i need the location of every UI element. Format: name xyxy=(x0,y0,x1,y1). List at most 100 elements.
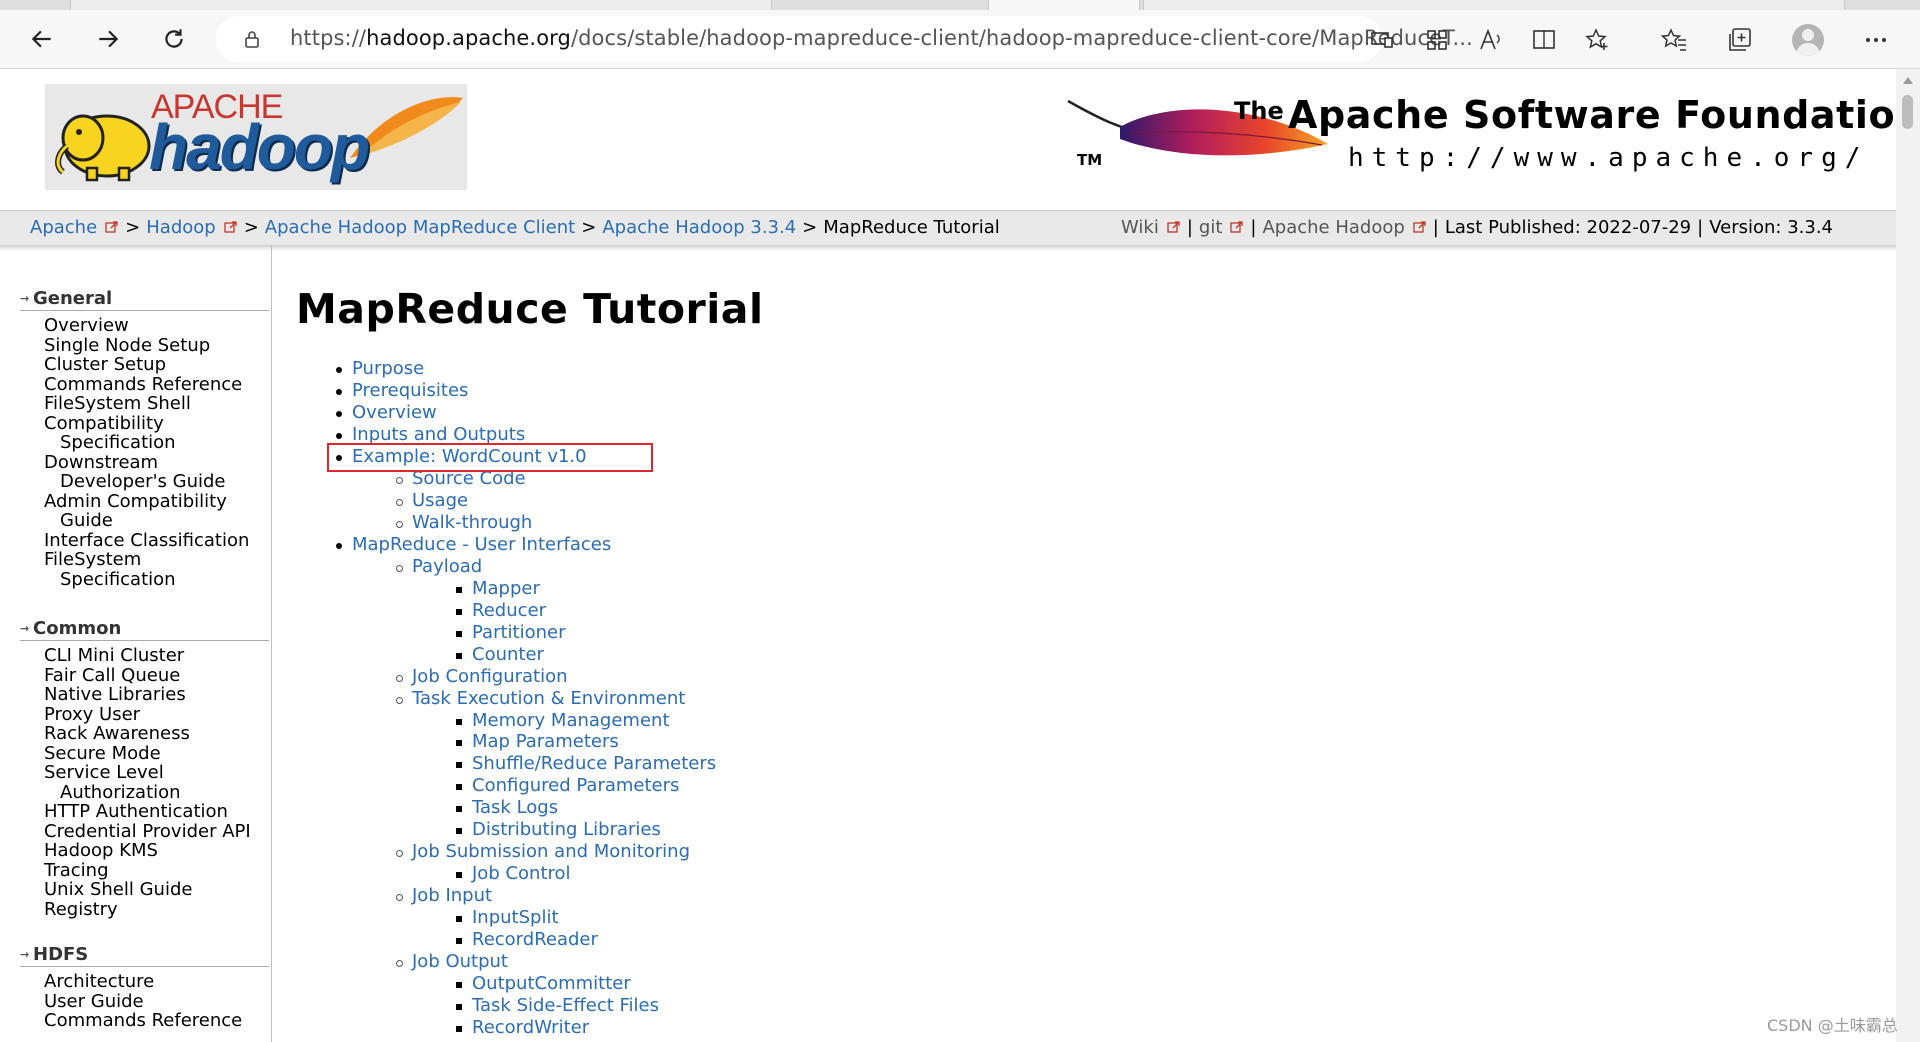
nav-item[interactable]: Specification xyxy=(20,433,269,453)
nav-item[interactable]: Admin Compatibility xyxy=(20,491,269,512)
toc-link[interactable]: Task Execution & Environment xyxy=(412,688,685,709)
toc-link[interactable]: Job Submission and Monitoring xyxy=(412,841,690,862)
nav-item[interactable]: Downstream xyxy=(20,452,269,473)
nav-item[interactable]: Rack Awareness xyxy=(20,724,269,744)
toc-link[interactable]: Usage xyxy=(412,490,468,511)
hadoop-logo[interactable]: APACHE hadoop xyxy=(45,84,467,190)
toc-bullet xyxy=(336,410,342,417)
nav-section-common-heading[interactable]: → Common xyxy=(20,618,269,641)
toc-link[interactable]: Distributing Libraries xyxy=(472,819,661,840)
toc-link[interactable]: Job Output xyxy=(412,951,508,972)
refresh-button[interactable] xyxy=(156,21,192,57)
nav-item[interactable]: Fair Call Queue xyxy=(20,665,269,686)
forward-button[interactable] xyxy=(90,21,126,57)
apps-grid-icon[interactable] xyxy=(1424,27,1450,53)
profile-avatar[interactable] xyxy=(1792,24,1824,56)
toc-link[interactable]: MapReduce - User Interfaces xyxy=(352,534,611,555)
toc-link[interactable]: Overview xyxy=(352,402,437,423)
toc-link[interactable]: Job Configuration xyxy=(412,666,568,687)
nav-item[interactable]: FileSystem xyxy=(20,550,269,570)
nav-section-hdfs-heading[interactable]: → HDFS xyxy=(20,944,269,967)
nav-item[interactable]: Commands Reference xyxy=(20,374,269,395)
nav-item[interactable]: HTTP Authentication xyxy=(20,802,269,822)
browser-tab-active[interactable] xyxy=(988,0,1140,10)
reader-view-icon[interactable] xyxy=(1531,27,1557,53)
nav-item[interactable]: Proxy User xyxy=(20,704,269,725)
nav-item[interactable]: Cluster Setup xyxy=(20,355,269,375)
add-favorite-icon[interactable] xyxy=(1584,27,1610,53)
toc-link[interactable]: OutputCommitter xyxy=(472,973,631,994)
toc-bullet xyxy=(456,762,462,769)
toc-link[interactable]: Counter xyxy=(472,644,544,665)
scroll-up-arrow-icon[interactable] xyxy=(1903,77,1913,84)
toc-link[interactable]: Job Input xyxy=(412,885,492,906)
nav-item[interactable]: Tracing xyxy=(20,860,269,881)
last-published: Last Published: 2022-07-29 xyxy=(1444,217,1692,238)
toc-link[interactable]: Task Logs xyxy=(472,797,558,818)
back-button[interactable] xyxy=(24,21,60,57)
favorites-icon[interactable] xyxy=(1660,26,1688,54)
breadcrumb-client-link[interactable]: Apache Hadoop MapReduce Client xyxy=(265,217,575,238)
nav-item[interactable]: Developer's Guide xyxy=(20,472,269,492)
nav-item[interactable]: Hadoop KMS xyxy=(20,841,269,861)
toc-link[interactable]: Mapper xyxy=(472,578,540,599)
toc-link[interactable]: RecordWriter xyxy=(472,1017,589,1038)
apache-hadoop-link[interactable]: Apache Hadoop xyxy=(1262,217,1404,238)
git-link[interactable]: git xyxy=(1199,217,1222,238)
collections-icon[interactable] xyxy=(1726,26,1754,54)
nav-item[interactable]: Credential Provider API xyxy=(20,821,269,842)
nav-item[interactable]: Single Node Setup xyxy=(20,335,269,356)
toc-link[interactable]: Inputs and Outputs xyxy=(352,424,525,445)
nav-item[interactable]: Commands Reference xyxy=(20,1011,269,1031)
toc-link[interactable]: Purpose xyxy=(352,358,424,379)
browser-tab[interactable] xyxy=(70,0,772,10)
toc-link[interactable]: Task Side-Effect Files xyxy=(472,995,659,1016)
nav-item[interactable]: Native Libraries xyxy=(20,685,269,705)
nav-item[interactable]: CLI Mini Cluster xyxy=(20,646,269,666)
asf-name-text: Apache Software Foundation xyxy=(1288,93,1896,137)
nav-item[interactable]: Guide xyxy=(20,511,269,531)
toc-link[interactable]: Configured Parameters xyxy=(472,775,679,796)
nav-item[interactable]: User Guide xyxy=(20,991,269,1012)
nav-item[interactable]: Specification xyxy=(20,569,269,590)
nav-item[interactable]: Service Level xyxy=(20,763,269,783)
wiki-link[interactable]: Wiki xyxy=(1121,217,1159,238)
toc-link[interactable]: Map Parameters xyxy=(472,731,619,752)
toc-link[interactable]: Job Control xyxy=(472,863,571,884)
url-text[interactable]: https://hadoop.apache.org/docs/stable/ha… xyxy=(290,26,1473,50)
toc-link[interactable]: Partitioner xyxy=(472,622,566,643)
nav-item[interactable]: Compatibility xyxy=(20,413,269,434)
nav-item[interactable]: Registry xyxy=(20,899,269,920)
breadcrumb-hadoop-link[interactable]: Hadoop xyxy=(146,217,215,238)
nav-section-general-heading[interactable]: → General xyxy=(20,288,269,311)
more-options-icon[interactable] xyxy=(1862,26,1890,54)
scrollbar-thumb[interactable] xyxy=(1902,95,1913,129)
toc-link[interactable]: Payload xyxy=(412,556,482,577)
asf-logo[interactable]: TM The Apache Software Foundation http:/… xyxy=(1060,79,1896,189)
breadcrumb-bar: Apache > Hadoop > Apache Hadoop MapReduce Cl… xyxy=(0,210,1896,247)
address-bar[interactable]: https://hadoop.apache.org/docs/stable/ha… xyxy=(216,16,1608,62)
toc-link[interactable]: InputSplit xyxy=(472,907,559,928)
read-aloud-icon[interactable] xyxy=(1478,27,1504,53)
browser-tab[interactable] xyxy=(1143,0,1845,10)
lock-icon[interactable] xyxy=(242,29,262,49)
breadcrumb-version-link[interactable]: Apache Hadoop 3.3.4 xyxy=(602,217,796,238)
nav-item[interactable]: Architecture xyxy=(20,972,269,992)
toc-link[interactable]: Shuffle/Reduce Parameters xyxy=(472,753,716,774)
app-available-icon[interactable] xyxy=(1369,27,1395,53)
nav-item[interactable]: Overview xyxy=(20,316,269,336)
nav-item[interactable]: Authorization xyxy=(20,782,269,803)
nav-item[interactable]: FileSystem Shell xyxy=(20,394,269,414)
web-page: APACHE hadoop TM The Apache Software Fou… xyxy=(0,69,1896,1042)
toc-link[interactable]: Memory Management xyxy=(472,710,670,731)
toc-link[interactable]: Prerequisites xyxy=(352,380,468,401)
toc-link[interactable]: Walk-through xyxy=(412,512,532,533)
highlight-box xyxy=(327,443,653,472)
toc-link[interactable]: RecordReader xyxy=(472,929,598,950)
toc-link[interactable]: Reducer xyxy=(472,600,546,621)
nav-item[interactable]: Unix Shell Guide xyxy=(20,880,269,900)
nav-item[interactable]: Secure Mode xyxy=(20,743,269,764)
breadcrumb-apache-link[interactable]: Apache xyxy=(30,217,97,238)
nav-item[interactable]: Interface Classification xyxy=(20,530,269,551)
page-scrollbar[interactable] xyxy=(1896,69,1920,1042)
